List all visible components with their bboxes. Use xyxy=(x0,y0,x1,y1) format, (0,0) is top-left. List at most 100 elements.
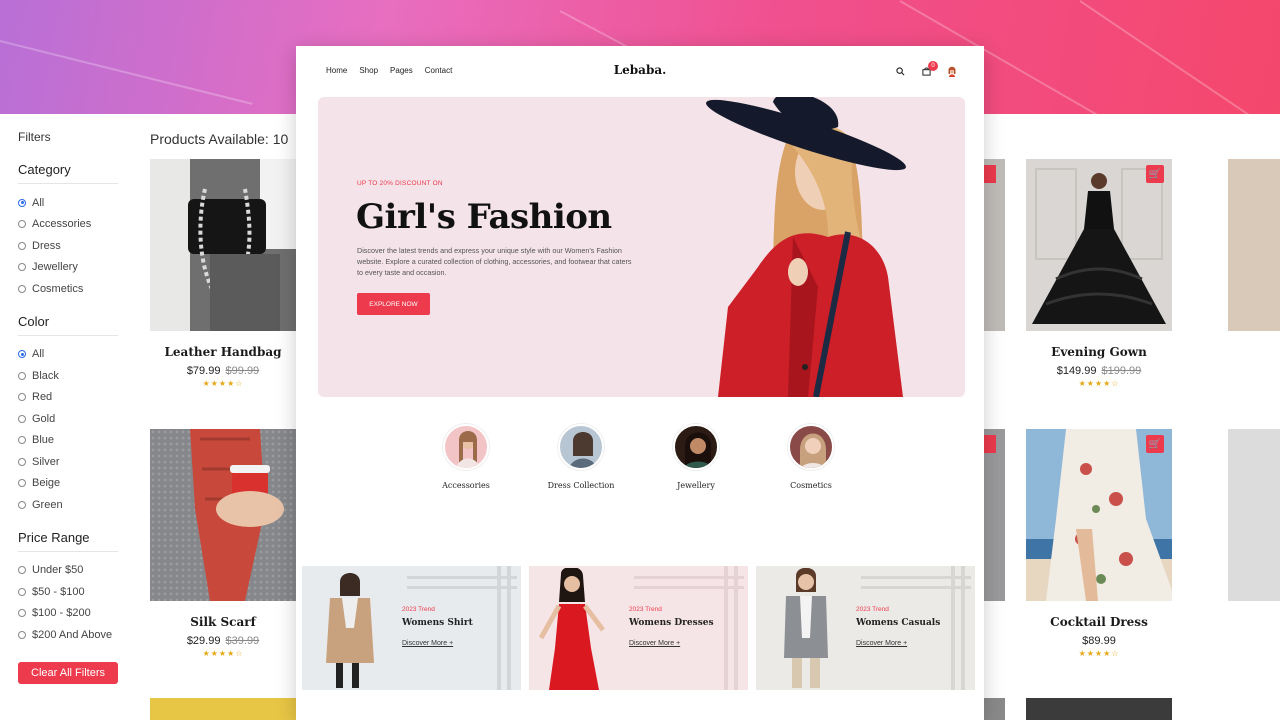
category-label[interactable]: Dress Collection xyxy=(531,481,631,490)
trend-tag: 2023 Trend xyxy=(402,606,435,613)
product-image-partial xyxy=(150,698,296,720)
price-option-under-50[interactable]: Under $50 xyxy=(18,560,118,582)
category-label[interactable]: Jewellery xyxy=(646,481,746,490)
product-name[interactable]: Silk Scarf xyxy=(150,615,296,629)
hero-headline: Girl's Fashion xyxy=(356,197,612,237)
products-available-title: Products Available: 10 xyxy=(150,131,289,147)
color-option-silver[interactable]: Silver xyxy=(18,451,118,473)
product-card-evening-gown[interactable]: 🛒 Evening Gown $149.99 $199.99 ★★★★☆ xyxy=(1026,159,1172,388)
trend-tag: 2023 Trend xyxy=(629,606,662,613)
product-card-silk-scarf[interactable]: Silk Scarf $29.99 $39.99 ★★★★☆ xyxy=(150,429,296,658)
product-price: $79.99 $99.99 xyxy=(186,365,260,377)
category-image[interactable] xyxy=(443,424,489,470)
product-image-partial xyxy=(984,159,1005,331)
trend-card-womens-dresses[interactable]: 2023 Trend Womens Dresses Discover More … xyxy=(529,566,748,690)
color-option-black[interactable]: Black xyxy=(18,365,118,387)
radio-icon[interactable] xyxy=(18,436,26,445)
category-image[interactable] xyxy=(788,424,834,470)
filters-title: Filters xyxy=(18,130,51,144)
radio-icon[interactable] xyxy=(18,284,26,293)
product-name[interactable]: Leather Handbag xyxy=(150,345,296,359)
user-avatar-icon[interactable] xyxy=(946,65,958,77)
category-image[interactable] xyxy=(673,424,719,470)
color-option-beige[interactable]: Beige xyxy=(18,473,118,495)
radio-icon[interactable] xyxy=(18,414,26,423)
product-image[interactable]: 🛒 xyxy=(1026,429,1172,601)
product-image[interactable]: 🛒 xyxy=(1026,159,1172,331)
radio-icon[interactable] xyxy=(18,350,26,359)
category-filter-title: Category xyxy=(18,162,118,184)
price-filter-group: Price Range Under $50 $50 - $100 $100 - … xyxy=(18,530,118,646)
radio-icon[interactable] xyxy=(18,393,26,402)
category-option-accessories[interactable]: Accessories xyxy=(18,214,118,236)
trend-model-image xyxy=(784,568,828,688)
category-label[interactable]: Accessories xyxy=(416,481,516,490)
category-image[interactable] xyxy=(558,424,604,470)
cart-icon[interactable]: 🛒 xyxy=(1146,435,1164,453)
trend-card-womens-shirt[interactable]: 2023 Trend Womens Shirt Discover More + xyxy=(302,566,521,690)
trend-title: Womens Dresses xyxy=(629,618,714,628)
radio-icon[interactable] xyxy=(18,263,26,272)
product-price: $149.99 $199.99 xyxy=(1056,365,1142,377)
radio-icon[interactable] xyxy=(18,630,26,639)
price-option-200-above[interactable]: $200 And Above xyxy=(18,624,118,646)
discover-more-link[interactable]: Discover More + xyxy=(629,640,680,647)
category-shortcuts: Accessories Dress Collection Jewellery C… xyxy=(296,424,984,504)
category-dress-collection[interactable]: Dress Collection xyxy=(531,424,631,490)
radio-icon[interactable] xyxy=(18,241,26,250)
color-filter-title: Color xyxy=(18,314,118,336)
category-label[interactable]: Cosmetics xyxy=(761,481,861,490)
hero-description: Discover the latest trends and express y… xyxy=(357,246,632,277)
price-option-50-100[interactable]: $50 - $100 xyxy=(18,581,118,603)
color-option-all[interactable]: All xyxy=(18,344,118,366)
radio-icon[interactable] xyxy=(18,479,26,488)
product-image-partial xyxy=(1228,429,1280,601)
clear-filters-button[interactable]: Clear All Filters xyxy=(18,661,118,684)
radio-icon[interactable] xyxy=(18,566,26,575)
product-card-leather-handbag[interactable]: Leather Handbag $79.99 $99.99 ★★★★☆ xyxy=(150,159,296,388)
trend-card-womens-casuals[interactable]: 2023 Trend Womens Casuals Discover More … xyxy=(756,566,975,690)
hero-model-image xyxy=(706,97,906,397)
radio-icon[interactable] xyxy=(18,500,26,509)
rating-stars-icon: ★★★★☆ xyxy=(1078,379,1120,388)
product-card-cocktail-dress[interactable]: 🛒 Cocktail Dress $89.99 ★★★★☆ xyxy=(1026,429,1172,658)
category-accessories[interactable]: Accessories xyxy=(416,424,516,490)
category-option-dress[interactable]: Dress xyxy=(18,235,118,257)
radio-icon[interactable] xyxy=(18,371,26,380)
category-jewellery[interactable]: Jewellery xyxy=(646,424,746,490)
cart-icon[interactable]: 🛒 xyxy=(1146,165,1164,183)
filters-panel: Filters Category All Accessories Dress J… xyxy=(18,130,118,684)
product-price: $89.99 xyxy=(1082,635,1116,647)
color-option-blue[interactable]: Blue xyxy=(18,430,118,452)
price-option-100-200[interactable]: $100 - $200 xyxy=(18,603,118,625)
search-icon[interactable] xyxy=(894,65,906,77)
site-logo[interactable]: Lebaba. xyxy=(296,63,984,77)
lebaba-website: Home Shop Pages Contact Lebaba. 0 UP TO … xyxy=(296,46,984,720)
category-option-jewellery[interactable]: Jewellery xyxy=(18,257,118,279)
radio-icon[interactable] xyxy=(18,220,26,229)
trend-tag: 2023 Trend xyxy=(856,606,889,613)
category-option-cosmetics[interactable]: Cosmetics xyxy=(18,278,118,300)
radio-icon[interactable] xyxy=(18,457,26,466)
rating-stars-icon: ★★★★☆ xyxy=(202,649,244,658)
color-option-red[interactable]: Red xyxy=(18,387,118,409)
discover-more-link[interactable]: Discover More + xyxy=(402,640,453,647)
category-cosmetics[interactable]: Cosmetics xyxy=(761,424,861,490)
color-option-gold[interactable]: Gold xyxy=(18,408,118,430)
shopping-bag-icon[interactable]: 0 xyxy=(920,61,938,77)
color-option-green[interactable]: Green xyxy=(18,494,118,516)
product-image[interactable] xyxy=(150,159,296,331)
product-price: $29.99 $39.99 xyxy=(186,635,260,647)
decorative-lines xyxy=(634,566,744,690)
product-name[interactable]: Cocktail Dress xyxy=(1026,615,1172,629)
category-option-all[interactable]: All xyxy=(18,192,118,214)
radio-icon[interactable] xyxy=(18,198,26,207)
explore-now-button[interactable]: EXPLORE NOW xyxy=(357,293,430,315)
radio-icon[interactable] xyxy=(18,609,26,618)
rating-stars-icon: ★★★★☆ xyxy=(202,379,244,388)
cart-count-badge: 0 xyxy=(928,61,938,71)
product-name[interactable]: Evening Gown xyxy=(1026,345,1172,359)
radio-icon[interactable] xyxy=(18,587,26,596)
product-image[interactable] xyxy=(150,429,296,601)
discover-more-link[interactable]: Discover More + xyxy=(856,640,907,647)
